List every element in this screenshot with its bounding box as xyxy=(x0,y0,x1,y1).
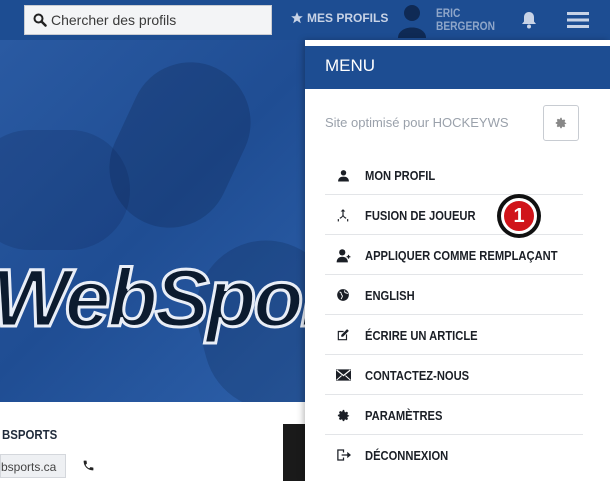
my-profiles-label: MES PROFILS xyxy=(307,11,389,25)
menu-item-label: ÉCRIRE UN ARTICLE xyxy=(365,328,478,343)
menu-item-apply-substitute[interactable]: APPLIQUER COMME REMPLAÇANT xyxy=(325,235,583,275)
menu-item-contact-us[interactable]: CONTACTEZ-NOUS xyxy=(325,355,583,395)
my-profiles-link[interactable]: MES PROFILS xyxy=(290,11,388,25)
websports-logo: WebSports xyxy=(0,252,305,346)
menu-item-write-article[interactable]: ÉCRIRE UN ARTICLE xyxy=(325,315,583,355)
hamburger-menu-icon[interactable] xyxy=(567,11,589,29)
background-photo-shape xyxy=(0,130,130,250)
menu-item-english[interactable]: ENGLISH xyxy=(325,275,583,315)
user-icon xyxy=(335,167,351,183)
user-name: ERIC BERGERON xyxy=(436,7,496,33)
step-number: 1 xyxy=(501,198,537,234)
menu-item-settings[interactable]: PARAMÈTRES xyxy=(325,395,583,435)
menu-item-label: FUSION DE JOUEUR xyxy=(365,208,476,223)
user-account[interactable]: ERIC BERGERON xyxy=(396,2,506,38)
website-link[interactable]: bsports.ca xyxy=(0,454,66,478)
avatar xyxy=(398,5,426,38)
logout-icon xyxy=(335,447,351,463)
menu-item-label: APPLIQUER COMME REMPLAÇANT xyxy=(365,248,558,263)
star-icon xyxy=(291,12,303,24)
profile-search[interactable] xyxy=(24,5,272,35)
menu-item-label: MON PROFIL xyxy=(365,168,436,183)
menu-item-merge-player[interactable]: FUSION DE JOUEUR xyxy=(325,195,583,235)
menu-item-label: DÉCONNEXION xyxy=(365,448,449,463)
phone-icon[interactable] xyxy=(82,459,95,472)
menu-item-label: ENGLISH xyxy=(365,288,415,303)
gear-icon xyxy=(335,407,351,423)
gear-icon xyxy=(555,117,567,129)
globe-icon xyxy=(335,287,351,303)
search-icon xyxy=(33,13,47,27)
menu-items: MON PROFIL FUSION DE JOUEUR APPLIQUER CO… xyxy=(325,155,583,475)
dark-panel-edge xyxy=(283,424,305,481)
bell-icon[interactable] xyxy=(519,10,539,30)
top-navigation-bar: MES PROFILS ERIC BERGERON xyxy=(0,0,610,40)
step-number-badge: 1 xyxy=(497,194,541,238)
menu-item-label: PARAMÈTRES xyxy=(365,408,443,423)
user-last-name: BERGERON xyxy=(436,19,495,33)
menu-item-label: CONTACTEZ-NOUS xyxy=(365,368,470,383)
side-menu-panel: MENU Site optimisé pour HOCKEYWS MON PRO… xyxy=(305,40,610,481)
section-title: BSPORTS xyxy=(2,427,58,442)
menu-item-logout[interactable]: DÉCONNEXION xyxy=(325,435,583,475)
site-settings-button[interactable] xyxy=(543,105,579,141)
menu-item-my-profile[interactable]: MON PROFIL xyxy=(325,155,583,195)
envelope-icon xyxy=(335,367,351,383)
page-lower-section: BSPORTS bsports.ca xyxy=(0,402,305,481)
merge-icon xyxy=(335,207,351,223)
optimized-site-text: Site optimisé pour HOCKEYWS xyxy=(325,115,509,130)
menu-title: MENU xyxy=(305,46,610,89)
search-input[interactable] xyxy=(51,12,251,28)
user-plus-icon xyxy=(335,247,351,263)
hero-banner: WebSports xyxy=(0,40,305,402)
edit-icon xyxy=(335,327,351,343)
